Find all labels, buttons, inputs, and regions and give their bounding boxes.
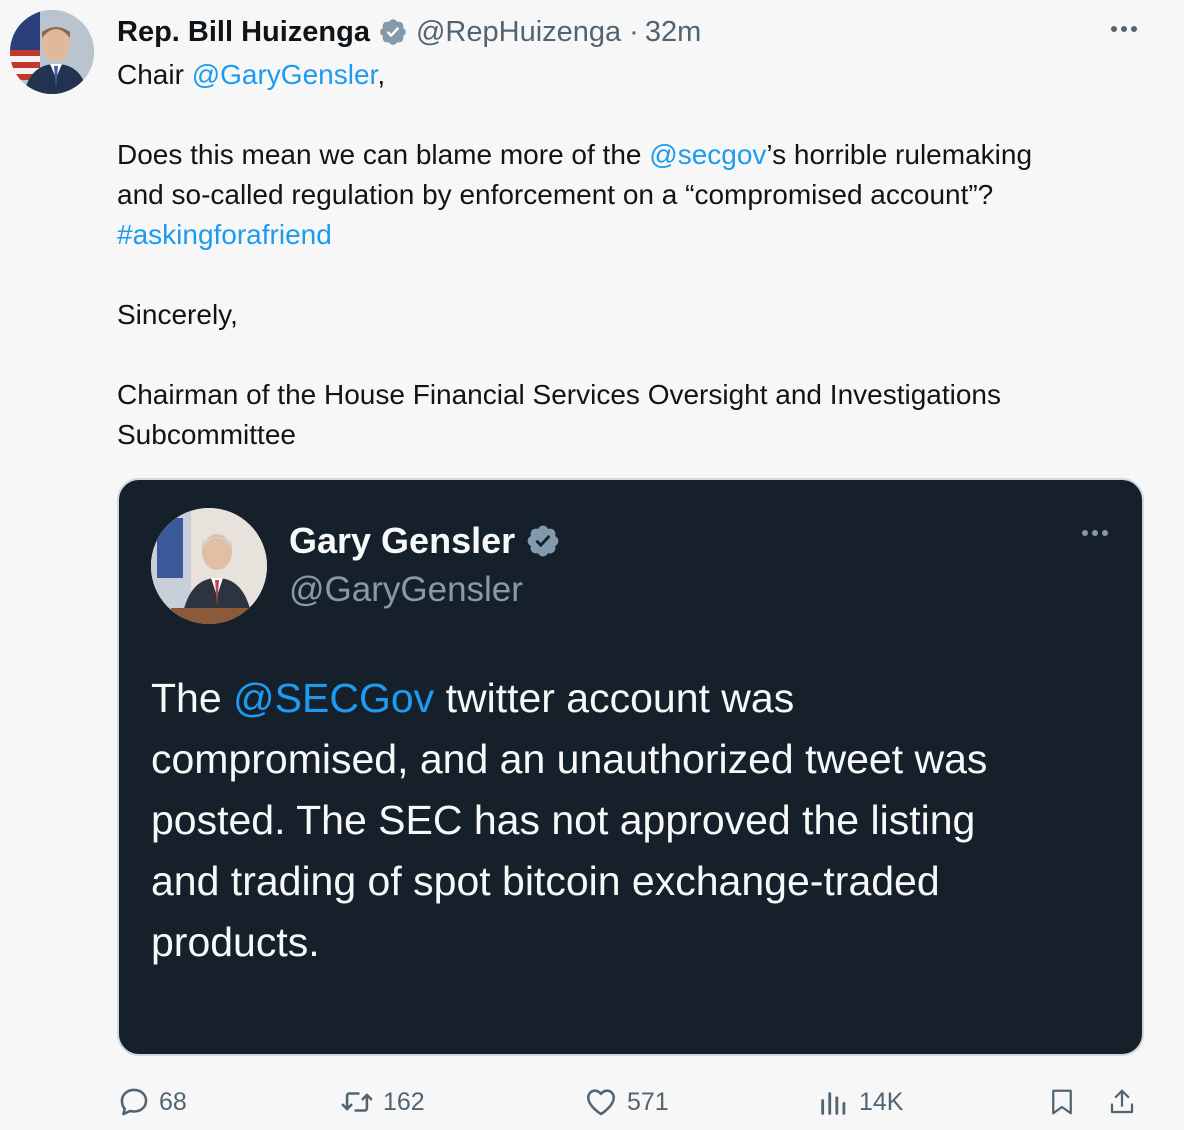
text: , — [377, 59, 386, 90]
more-options-icon[interactable] — [1104, 14, 1144, 44]
author-handle[interactable]: @RepHuizenga — [416, 16, 621, 49]
tweet-header: Rep. Bill Huizenga @RepHuizenga · 32m — [117, 12, 701, 52]
text: Does this mean we can blame more of the — [117, 139, 650, 170]
hashtag-askingforafriend[interactable]: #askingforafriend — [117, 219, 332, 250]
quoted-tweet-text: The @SECGov twitter account was compromi… — [151, 668, 1111, 973]
repost-button[interactable]: 162 — [339, 1082, 425, 1122]
quote-line: compromised, and an unauthorized tweet w… — [151, 736, 988, 782]
text: twitter account was — [434, 675, 795, 721]
bookmark-button[interactable] — [1047, 1082, 1085, 1122]
mention-garygensler[interactable]: @GaryGensler — [192, 59, 378, 90]
like-count: 571 — [627, 1087, 669, 1116]
views-button[interactable]: 14K — [817, 1082, 903, 1122]
quoted-author-avatar[interactable] — [151, 508, 267, 624]
text: ’s horrible rulemaking — [766, 139, 1033, 170]
signature-line: Subcommittee — [117, 419, 296, 450]
mention-secgov[interactable]: @secgov — [649, 139, 766, 170]
bookmark-icon — [1052, 1089, 1072, 1115]
quoted-tweet[interactable]: Gary Gensler @GaryGensler The @SECGov tw… — [117, 478, 1144, 1056]
author-name[interactable]: Rep. Bill Huizenga — [117, 16, 370, 49]
body-line: Does this mean we can blame more of the … — [117, 135, 1147, 175]
quote-line: posted. The SEC has not approved the lis… — [151, 797, 976, 843]
signature-line: Chairman of the House Financial Services… — [117, 379, 1001, 410]
greeting-line: Chair @GaryGensler, — [117, 55, 1147, 95]
tweet-body: Chair @GaryGensler, Does this mean we ca… — [117, 55, 1147, 455]
repost-icon — [341, 1092, 373, 1112]
quoted-author-handle[interactable]: @GaryGensler — [289, 570, 523, 610]
share-button[interactable] — [1107, 1082, 1145, 1122]
views-count: 14K — [859, 1087, 904, 1116]
share-icon — [1110, 1089, 1134, 1114]
quoted-author-name-text: Gary Gensler — [289, 520, 516, 561]
repost-count: 162 — [383, 1087, 425, 1116]
reply-count: 68 — [159, 1087, 187, 1116]
like-button[interactable]: 571 — [583, 1082, 669, 1122]
verified-badge-icon — [525, 523, 561, 559]
more-options-icon[interactable] — [1080, 530, 1110, 536]
text: Chair — [117, 59, 192, 90]
verified-badge-icon — [378, 17, 408, 47]
body-line: and so-called regulation by enforcement … — [117, 179, 994, 210]
timestamp[interactable]: 32m — [645, 16, 701, 49]
action-bar: 68 162 571 14K — [117, 1082, 1147, 1122]
tweet: Rep. Bill Huizenga @RepHuizenga · 32m Ch… — [0, 0, 1184, 1130]
views-icon — [821, 1092, 846, 1115]
quote-line: and trading of spot bitcoin exchange-tra… — [151, 858, 940, 904]
quote-line: products. — [151, 919, 320, 965]
heart-icon — [586, 1089, 616, 1116]
mention-secgov[interactable]: @SECGov — [233, 675, 434, 721]
author-avatar[interactable] — [10, 10, 94, 94]
reply-button[interactable]: 68 — [117, 1082, 187, 1122]
separator: · — [629, 15, 639, 48]
quote-line: The @SECGov twitter account was — [151, 668, 1111, 729]
text: The — [151, 675, 234, 721]
closing-line: Sincerely, — [117, 299, 238, 330]
quoted-author-name[interactable]: Gary Gensler — [289, 520, 561, 562]
hashtag-line: #askingforafriend — [117, 215, 1147, 255]
reply-icon — [120, 1088, 148, 1116]
